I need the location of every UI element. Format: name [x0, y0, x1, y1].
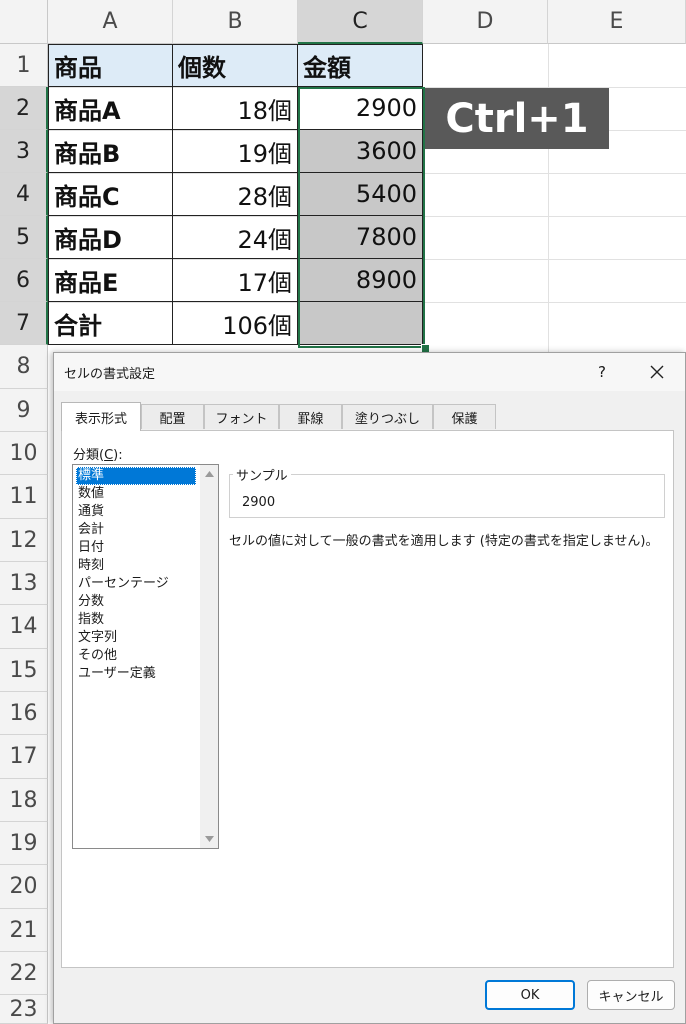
tab-border[interactable]: 罫線: [279, 404, 342, 429]
category-scrollbar[interactable]: [200, 465, 218, 848]
cell-a4[interactable]: 商品C: [48, 173, 173, 216]
dialog-title: セルの書式設定: [64, 367, 156, 382]
row-header-2[interactable]: 2: [0, 87, 48, 130]
select-all-corner[interactable]: [0, 0, 48, 44]
scroll-up-button[interactable]: [200, 465, 218, 483]
row-header-17[interactable]: 17: [0, 735, 48, 779]
row-header-11[interactable]: 11: [0, 475, 48, 519]
category-item-general[interactable]: 標準: [76, 467, 196, 485]
category-list[interactable]: 標準 数値 通貨 会計 日付 時刻 パーセンテージ 分数 指数 文字列 その他 …: [72, 464, 219, 849]
cancel-button[interactable]: キャンセル: [587, 980, 675, 1010]
category-item-scientific[interactable]: 指数: [76, 611, 196, 629]
cell-c3[interactable]: 3600: [298, 130, 423, 173]
cell-a1[interactable]: 商品: [48, 44, 173, 87]
column-header-a[interactable]: A: [48, 0, 173, 44]
help-button[interactable]: ?: [590, 359, 614, 385]
cell-a7[interactable]: 合計: [48, 302, 173, 345]
ok-button[interactable]: OK: [485, 980, 575, 1010]
row-header-22[interactable]: 22: [0, 952, 48, 995]
close-button[interactable]: [642, 357, 672, 387]
cell-b7[interactable]: 106個: [173, 302, 298, 345]
row-header-23[interactable]: 23: [0, 995, 48, 1024]
cell-c7[interactable]: [298, 302, 423, 345]
column-header-b[interactable]: B: [173, 0, 298, 44]
row-header-15[interactable]: 15: [0, 649, 48, 692]
tab-alignment[interactable]: 配置: [141, 404, 204, 429]
row-header-8[interactable]: 8: [0, 345, 48, 389]
column-header-d[interactable]: D: [423, 0, 548, 44]
cell-b1[interactable]: 個数: [173, 44, 298, 87]
row-header-21[interactable]: 21: [0, 909, 48, 952]
row-header-5[interactable]: 5: [0, 216, 48, 259]
tab-protection[interactable]: 保護: [433, 404, 496, 429]
category-item-number[interactable]: 数値: [76, 485, 196, 503]
row-header-19[interactable]: 19: [0, 822, 48, 865]
triangle-up-icon: [204, 471, 214, 477]
row-header-13[interactable]: 13: [0, 562, 48, 605]
cell-c5[interactable]: 7800: [298, 216, 423, 259]
category-item-text[interactable]: 文字列: [76, 629, 196, 647]
sample-group: [229, 474, 665, 518]
row-header-3[interactable]: 3: [0, 130, 48, 173]
row-header-1[interactable]: 1: [0, 44, 48, 87]
category-item-time[interactable]: 時刻: [76, 557, 196, 575]
shortcut-label: Ctrl+1: [425, 88, 609, 149]
scroll-down-button[interactable]: [200, 830, 218, 848]
tab-number-format[interactable]: 表示形式: [61, 402, 141, 431]
cell-b4[interactable]: 28個: [173, 173, 298, 216]
format-cells-dialog: セルの書式設定 ? 表示形式 配置 フォント 罫線 塗りつぶし 保護 分類(C)…: [53, 352, 686, 1024]
row-header-6[interactable]: 6: [0, 259, 48, 302]
cell-b2[interactable]: 18個: [173, 87, 298, 130]
dialog-titlebar[interactable]: セルの書式設定 ?: [54, 353, 685, 391]
cell-a6[interactable]: 商品E: [48, 259, 173, 302]
category-item-date[interactable]: 日付: [76, 539, 196, 557]
cell-c4[interactable]: 5400: [298, 173, 423, 216]
number-format-panel: 分類(C): 標準 数値 通貨 会計 日付 時刻 パーセンテージ 分数 指数 文…: [61, 430, 674, 968]
sample-value: 2900: [242, 495, 276, 510]
cell-b6[interactable]: 17個: [173, 259, 298, 302]
category-item-special[interactable]: その他: [76, 647, 196, 665]
cell-a5[interactable]: 商品D: [48, 216, 173, 259]
category-item-accounting[interactable]: 会計: [76, 521, 196, 539]
cell-b5[interactable]: 24個: [173, 216, 298, 259]
cell-c6[interactable]: 8900: [298, 259, 423, 302]
row-header-9[interactable]: 9: [0, 389, 48, 432]
row-header-4[interactable]: 4: [0, 173, 48, 216]
row-header-12[interactable]: 12: [0, 519, 48, 562]
cell-a2[interactable]: 商品A: [48, 87, 173, 130]
cell-c1[interactable]: 金額: [298, 44, 423, 87]
column-header-e[interactable]: E: [548, 0, 686, 44]
row-header-20[interactable]: 20: [0, 865, 48, 909]
format-description: セルの値に対して一般の書式を適用します (特定の書式を指定しません)。: [229, 534, 659, 549]
row-header-14[interactable]: 14: [0, 605, 48, 649]
close-icon: [650, 365, 664, 379]
category-item-fraction[interactable]: 分数: [76, 593, 196, 611]
row-header-18[interactable]: 18: [0, 779, 48, 822]
cell-a3[interactable]: 商品B: [48, 130, 173, 173]
row-header-16[interactable]: 16: [0, 692, 48, 735]
tab-font[interactable]: フォント: [204, 404, 279, 429]
tab-fill[interactable]: 塗りつぶし: [342, 404, 433, 429]
column-header-c[interactable]: C: [298, 0, 423, 44]
sample-label: サンプル: [233, 465, 291, 484]
category-label: 分類(C):: [73, 448, 123, 463]
row-header-7[interactable]: 7: [0, 302, 48, 345]
category-item-custom[interactable]: ユーザー定義: [76, 665, 196, 683]
category-item-percentage[interactable]: パーセンテージ: [76, 575, 196, 593]
cell-b3[interactable]: 19個: [173, 130, 298, 173]
triangle-down-icon: [204, 836, 214, 842]
category-item-currency[interactable]: 通貨: [76, 503, 196, 521]
cell-c2[interactable]: 2900: [298, 87, 423, 130]
row-header-10[interactable]: 10: [0, 432, 48, 475]
